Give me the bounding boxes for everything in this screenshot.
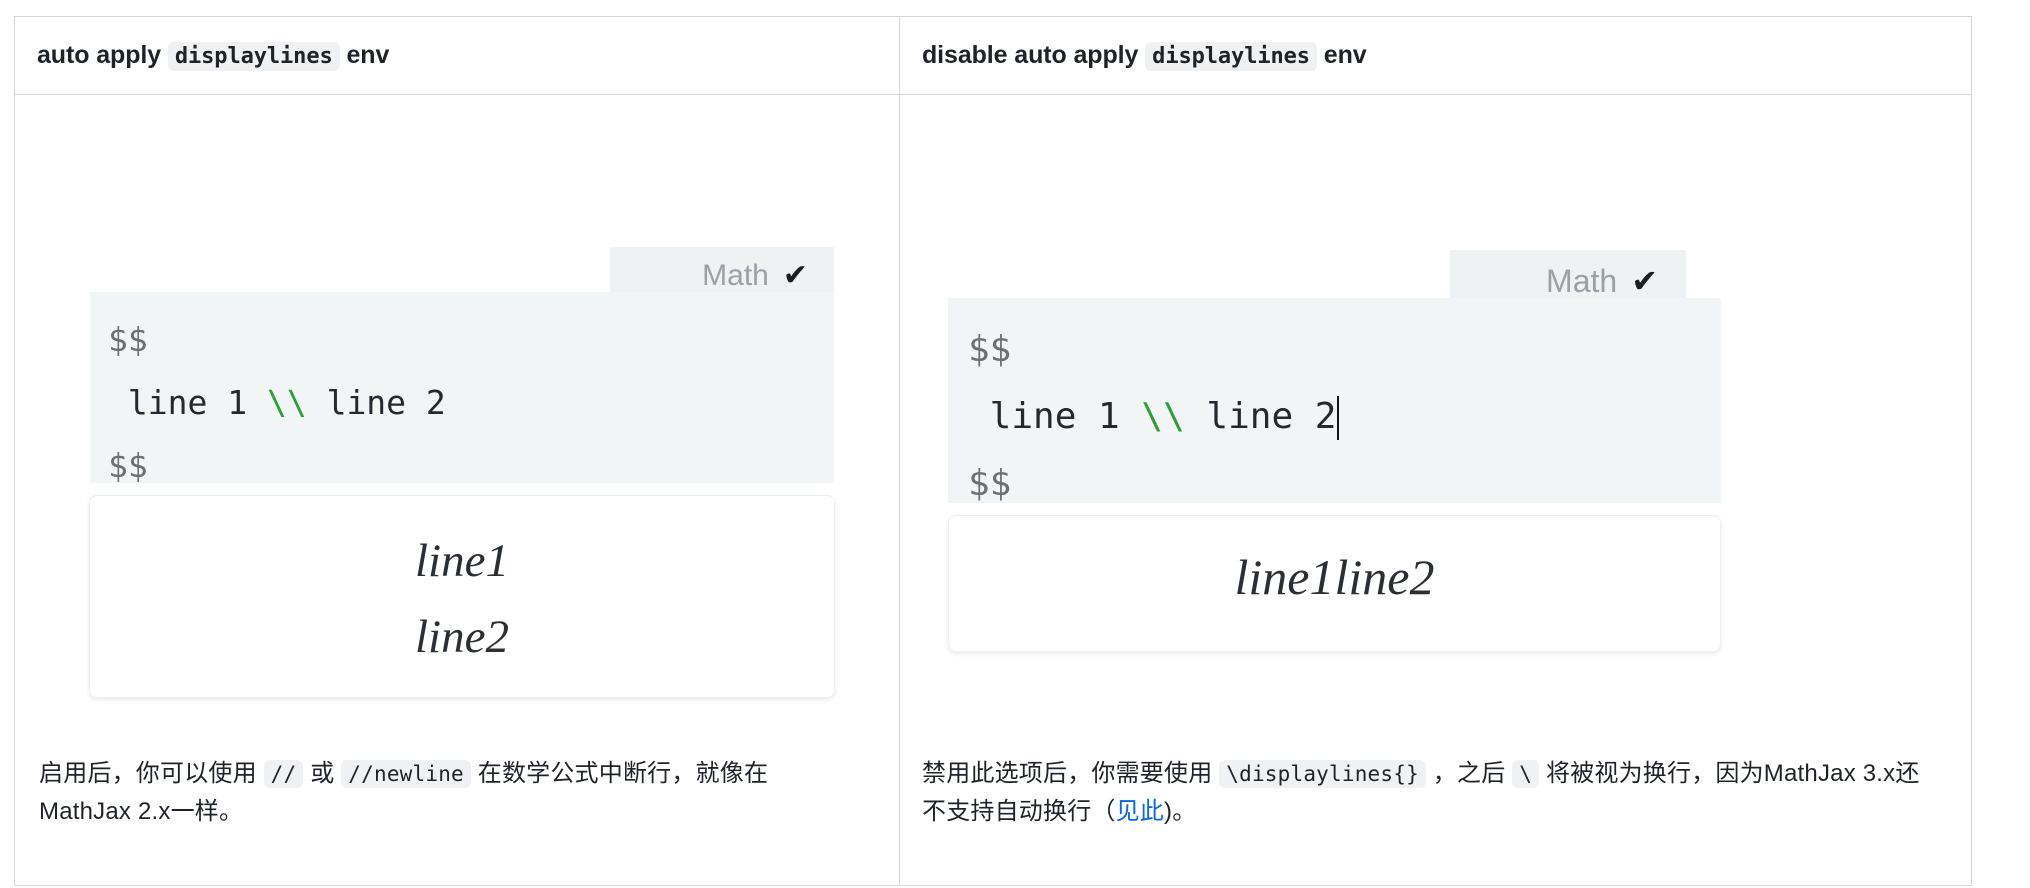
- checkmark-icon: ✔: [1631, 262, 1658, 299]
- code-line-content: line 1 \\ line 2: [108, 371, 834, 434]
- table-body-cell-right: Math ✔ $$ line 1 \\ line 2 $$ line1line2…: [900, 95, 1971, 885]
- math-badge-label: Math: [1546, 262, 1618, 299]
- rendered-math-line: line1line2: [1234, 548, 1435, 605]
- caption-text-4: )。: [1164, 798, 1197, 826]
- header-text-pre: auto apply: [37, 41, 162, 69]
- code-line-content: line 1 \\ line 2: [968, 383, 1721, 450]
- code-editor-pane-left[interactable]: $$ line 1 \\ line 2 $$: [90, 291, 834, 485]
- code-linebreak-token: \\: [266, 382, 307, 422]
- caption-code-1: //: [263, 759, 304, 788]
- code-line-open-delim: $$: [968, 328, 1012, 370]
- rendered-math-line: line1: [415, 534, 509, 587]
- math-render-pane-right: line1line2: [948, 514, 1721, 652]
- math-render-pane-left: line1 line2: [89, 494, 835, 698]
- caption-text-2: 或: [303, 759, 342, 787]
- table-header-cell-left: auto apply displaylines env: [15, 17, 900, 95]
- table-header-row: auto apply displaylines env disable auto…: [15, 17, 1971, 95]
- table-header-cell-right: disable auto apply displaylines env: [900, 17, 1971, 95]
- header-inline-code: displaylines: [167, 42, 340, 71]
- code-text-before: line 1: [968, 395, 1142, 437]
- caption-text-1: 启用后，你可以使用: [39, 759, 264, 787]
- code-text-before: line 1: [108, 382, 267, 422]
- caption-code-1: \displaylines{}: [1219, 759, 1426, 788]
- code-text-after: line 2: [306, 382, 446, 422]
- caption-code-2: \: [1512, 759, 1540, 788]
- rendered-math-line: line2: [415, 610, 509, 663]
- table-body-row: Math ✔ $$ line 1 \\ line 2 $$ line1 line…: [15, 94, 1971, 885]
- code-editor-pane-right[interactable]: $$ line 1 \\ line 2 $$: [948, 297, 1721, 504]
- caption-left: 启用后，你可以使用 // 或 //newline 在数学公式中断行，就像在Mat…: [39, 755, 829, 833]
- code-linebreak-token: \\: [1141, 395, 1185, 437]
- code-line-close-delim: $$: [968, 462, 1012, 504]
- checkmark-icon: ✔: [782, 258, 808, 292]
- caption-text-1: 禁用此选项后，你需要使用: [922, 759, 1220, 787]
- code-text-after: line 2: [1184, 395, 1337, 437]
- header-inline-code: displaylines: [1145, 42, 1317, 71]
- caption-right: 禁用此选项后，你需要使用 \displaylines{} ，之后 \ 将被视为换…: [922, 755, 1942, 833]
- code-line-open-delim: $$: [108, 319, 148, 359]
- header-text-pre: disable auto apply: [922, 41, 1139, 69]
- caption-code-2: //newline: [341, 759, 471, 788]
- caption-link[interactable]: 见此: [1116, 798, 1164, 825]
- code-line-close-delim: $$: [108, 445, 148, 485]
- text-cursor: [1337, 395, 1340, 440]
- comparison-table: auto apply displaylines env disable auto…: [14, 16, 1972, 886]
- header-text-post: env: [1323, 41, 1367, 69]
- header-text-post: env: [346, 41, 390, 69]
- math-badge-label: Math: [702, 258, 769, 292]
- caption-text-2: ，之后: [1425, 759, 1513, 787]
- table-body-cell-left: Math ✔ $$ line 1 \\ line 2 $$ line1 line…: [15, 94, 900, 885]
